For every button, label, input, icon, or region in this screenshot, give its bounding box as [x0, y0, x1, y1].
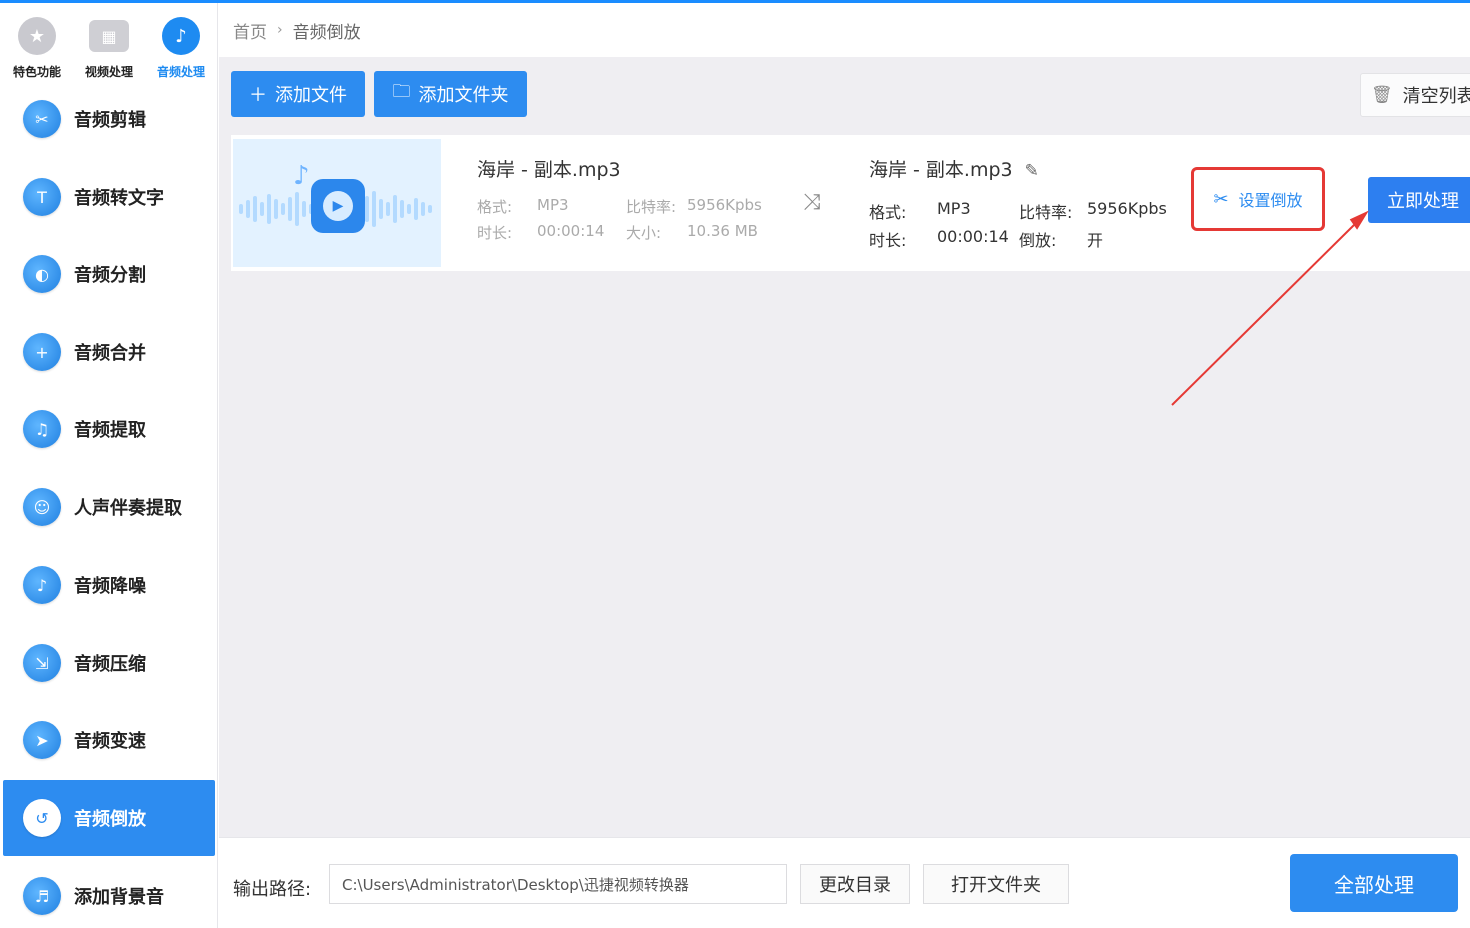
- audio-cut-icon: ✂: [23, 100, 61, 138]
- open-folder-label: 打开文件夹: [951, 875, 1041, 896]
- add-folder-button[interactable]: 🗀 添加文件夹: [374, 71, 527, 117]
- tab-label: 视频处理: [84, 65, 133, 79]
- audio-speed-icon: ➤: [23, 721, 61, 759]
- audio-thumbnail: ♪ ▶: [233, 139, 441, 267]
- audio-extract-icon: ♫: [23, 410, 61, 448]
- menu-item-label: 音频压缩: [74, 654, 146, 675]
- audio-reverse-icon: ↺: [23, 799, 61, 837]
- output-duration-label: 时长:: [869, 231, 907, 250]
- clear-list-button[interactable]: 🗑 清空列表: [1360, 73, 1470, 117]
- menu-item-audio-extract[interactable]: ♫ 音频提取: [3, 391, 215, 467]
- music-icon: ♪: [162, 17, 200, 55]
- process-now-button[interactable]: 立即处理: [1368, 177, 1470, 223]
- shuffle-arrow-icon: ⤨: [803, 190, 821, 215]
- noise-reduction-icon: ♪: [23, 566, 61, 604]
- source-format: MP3: [537, 196, 569, 214]
- output-bitrate-label: 比特率:: [1019, 203, 1073, 222]
- output-path-label: 输出路径:: [233, 879, 312, 900]
- tab-audio[interactable]: ♪ 音频处理: [146, 17, 216, 87]
- source-size-label: 大小:: [626, 224, 662, 242]
- breadcrumb-current: 音频倒放: [292, 22, 361, 43]
- chevron-right-icon: ›: [277, 22, 283, 38]
- menu-item-noise-reduction[interactable]: ♪ 音频降噪: [3, 547, 215, 623]
- breadcrumb: 首页 › 音频倒放: [219, 3, 1470, 57]
- vocal-extract-icon: ☺: [23, 488, 61, 526]
- audio-split-icon: ◐: [23, 255, 61, 293]
- change-directory-button[interactable]: 更改目录: [800, 864, 910, 904]
- music-note-icon: ♪: [293, 161, 310, 191]
- menu-item-label: 音频倒放: [74, 809, 146, 830]
- film-icon: ▦: [89, 20, 129, 52]
- set-reverse-label: 设置倒放: [1238, 191, 1303, 210]
- add-file-button[interactable]: ＋ 添加文件: [231, 71, 365, 117]
- menu-item-audio-split[interactable]: ◐ 音频分割: [3, 236, 215, 312]
- menu-item-label: 音频合并: [74, 343, 146, 364]
- output-format: MP3: [937, 199, 971, 218]
- tab-label: 音频处理: [156, 65, 205, 79]
- menu-item-vocal-extract[interactable]: ☺ 人声伴奏提取: [3, 469, 215, 545]
- add-file-label: 添加文件: [275, 85, 347, 106]
- menu-item-label: 音频转文字: [74, 188, 164, 209]
- audio-compress-icon: ⇲: [23, 644, 61, 682]
- add-folder-label: 添加文件夹: [418, 85, 509, 106]
- audio-to-text-icon: T: [23, 178, 61, 216]
- clear-list-label: 清空列表: [1402, 86, 1470, 107]
- sidebar: ★ 特色功能 ▦ 视频处理 ♪ 音频处理 ✂ 音频剪辑 T 音频转文字 ◐ 音频…: [0, 3, 218, 928]
- tab-video[interactable]: ▦ 视频处理: [74, 17, 144, 87]
- menu-item-label: 添加背景音: [74, 887, 164, 908]
- output-duration: 00:00:14: [937, 227, 1009, 246]
- menu-item-audio-merge[interactable]: + 音频合并: [3, 314, 215, 390]
- scissors-icon: ✂: [1213, 188, 1229, 210]
- output-reverse-label: 倒放:: [1019, 231, 1057, 250]
- menu-item-audio-to-text[interactable]: T 音频转文字: [3, 159, 215, 235]
- source-bitrate-label: 比特率:: [626, 198, 677, 216]
- source-duration: 00:00:14: [537, 222, 605, 240]
- menu-item-audio-reverse[interactable]: ↺ 音频倒放: [3, 780, 215, 856]
- main-panel: 首页 › 音频倒放 ＋ 添加文件 🗀 添加文件夹 🗑 清空列表 ♪ ▶ 海岸 -…: [219, 3, 1470, 928]
- output-path-field[interactable]: [329, 864, 787, 904]
- source-file-name: 海岸 - 副本.mp3: [477, 159, 621, 181]
- source-format-label: 格式:: [477, 198, 513, 216]
- output-file-name-row: 海岸 - 副本.mp3 ✎: [869, 155, 1039, 182]
- process-now-label: 立即处理: [1387, 191, 1459, 212]
- source-size: 10.36 MB: [687, 222, 758, 240]
- add-bgm-icon: ♬: [23, 877, 61, 915]
- output-file-name: 海岸 - 副本.mp3: [869, 159, 1013, 181]
- process-all-button[interactable]: 全部处理: [1290, 854, 1458, 912]
- output-reverse: 开: [1087, 231, 1104, 250]
- plus-icon: ＋: [249, 85, 267, 106]
- footer-bar: 输出路径: 更改目录 打开文件夹 全部处理: [219, 837, 1470, 928]
- tab-label: 特色功能: [12, 65, 61, 79]
- source-duration-label: 时长:: [477, 224, 513, 242]
- file-item: ♪ ▶ 海岸 - 副本.mp3 格式: MP3 比特率: 5956Kpbs 时长…: [231, 135, 1470, 271]
- menu-item-label: 音频降噪: [74, 576, 146, 597]
- output-format-label: 格式:: [869, 203, 907, 222]
- trash-icon: 🗑: [1371, 85, 1393, 105]
- menu-item-add-bgm[interactable]: ♬ 添加背景音: [3, 858, 215, 928]
- menu-item-audio-compress[interactable]: ⇲ 音频压缩: [3, 625, 215, 701]
- category-tabs: ★ 特色功能 ▦ 视频处理 ♪ 音频处理: [0, 3, 217, 89]
- tab-featured[interactable]: ★ 特色功能: [2, 17, 72, 87]
- folder-icon: 🗀: [392, 81, 411, 102]
- play-disc-icon: ▶: [311, 179, 365, 233]
- source-bitrate: 5956Kpbs: [687, 196, 762, 214]
- menu-item-label: 人声伴奏提取: [74, 498, 182, 519]
- pencil-icon[interactable]: ✎: [1025, 161, 1039, 181]
- process-all-label: 全部处理: [1334, 872, 1414, 897]
- breadcrumb-home[interactable]: 首页: [233, 18, 267, 43]
- change-directory-label: 更改目录: [819, 875, 891, 896]
- set-reverse-button[interactable]: ✂ 设置倒放: [1191, 167, 1325, 231]
- menu-item-label: 音频分割: [74, 265, 146, 286]
- menu-item-label: 音频提取: [74, 420, 146, 441]
- menu-item-audio-cut[interactable]: ✂ 音频剪辑: [3, 81, 215, 157]
- menu-item-label: 音频剪辑: [74, 110, 146, 131]
- menu-item-audio-speed[interactable]: ➤ 音频变速: [3, 702, 215, 778]
- audio-merge-icon: +: [23, 333, 61, 371]
- star-icon: ★: [18, 17, 56, 55]
- output-bitrate: 5956Kpbs: [1087, 199, 1167, 218]
- menu-item-label: 音频变速: [74, 731, 146, 752]
- open-folder-button[interactable]: 打开文件夹: [923, 864, 1069, 904]
